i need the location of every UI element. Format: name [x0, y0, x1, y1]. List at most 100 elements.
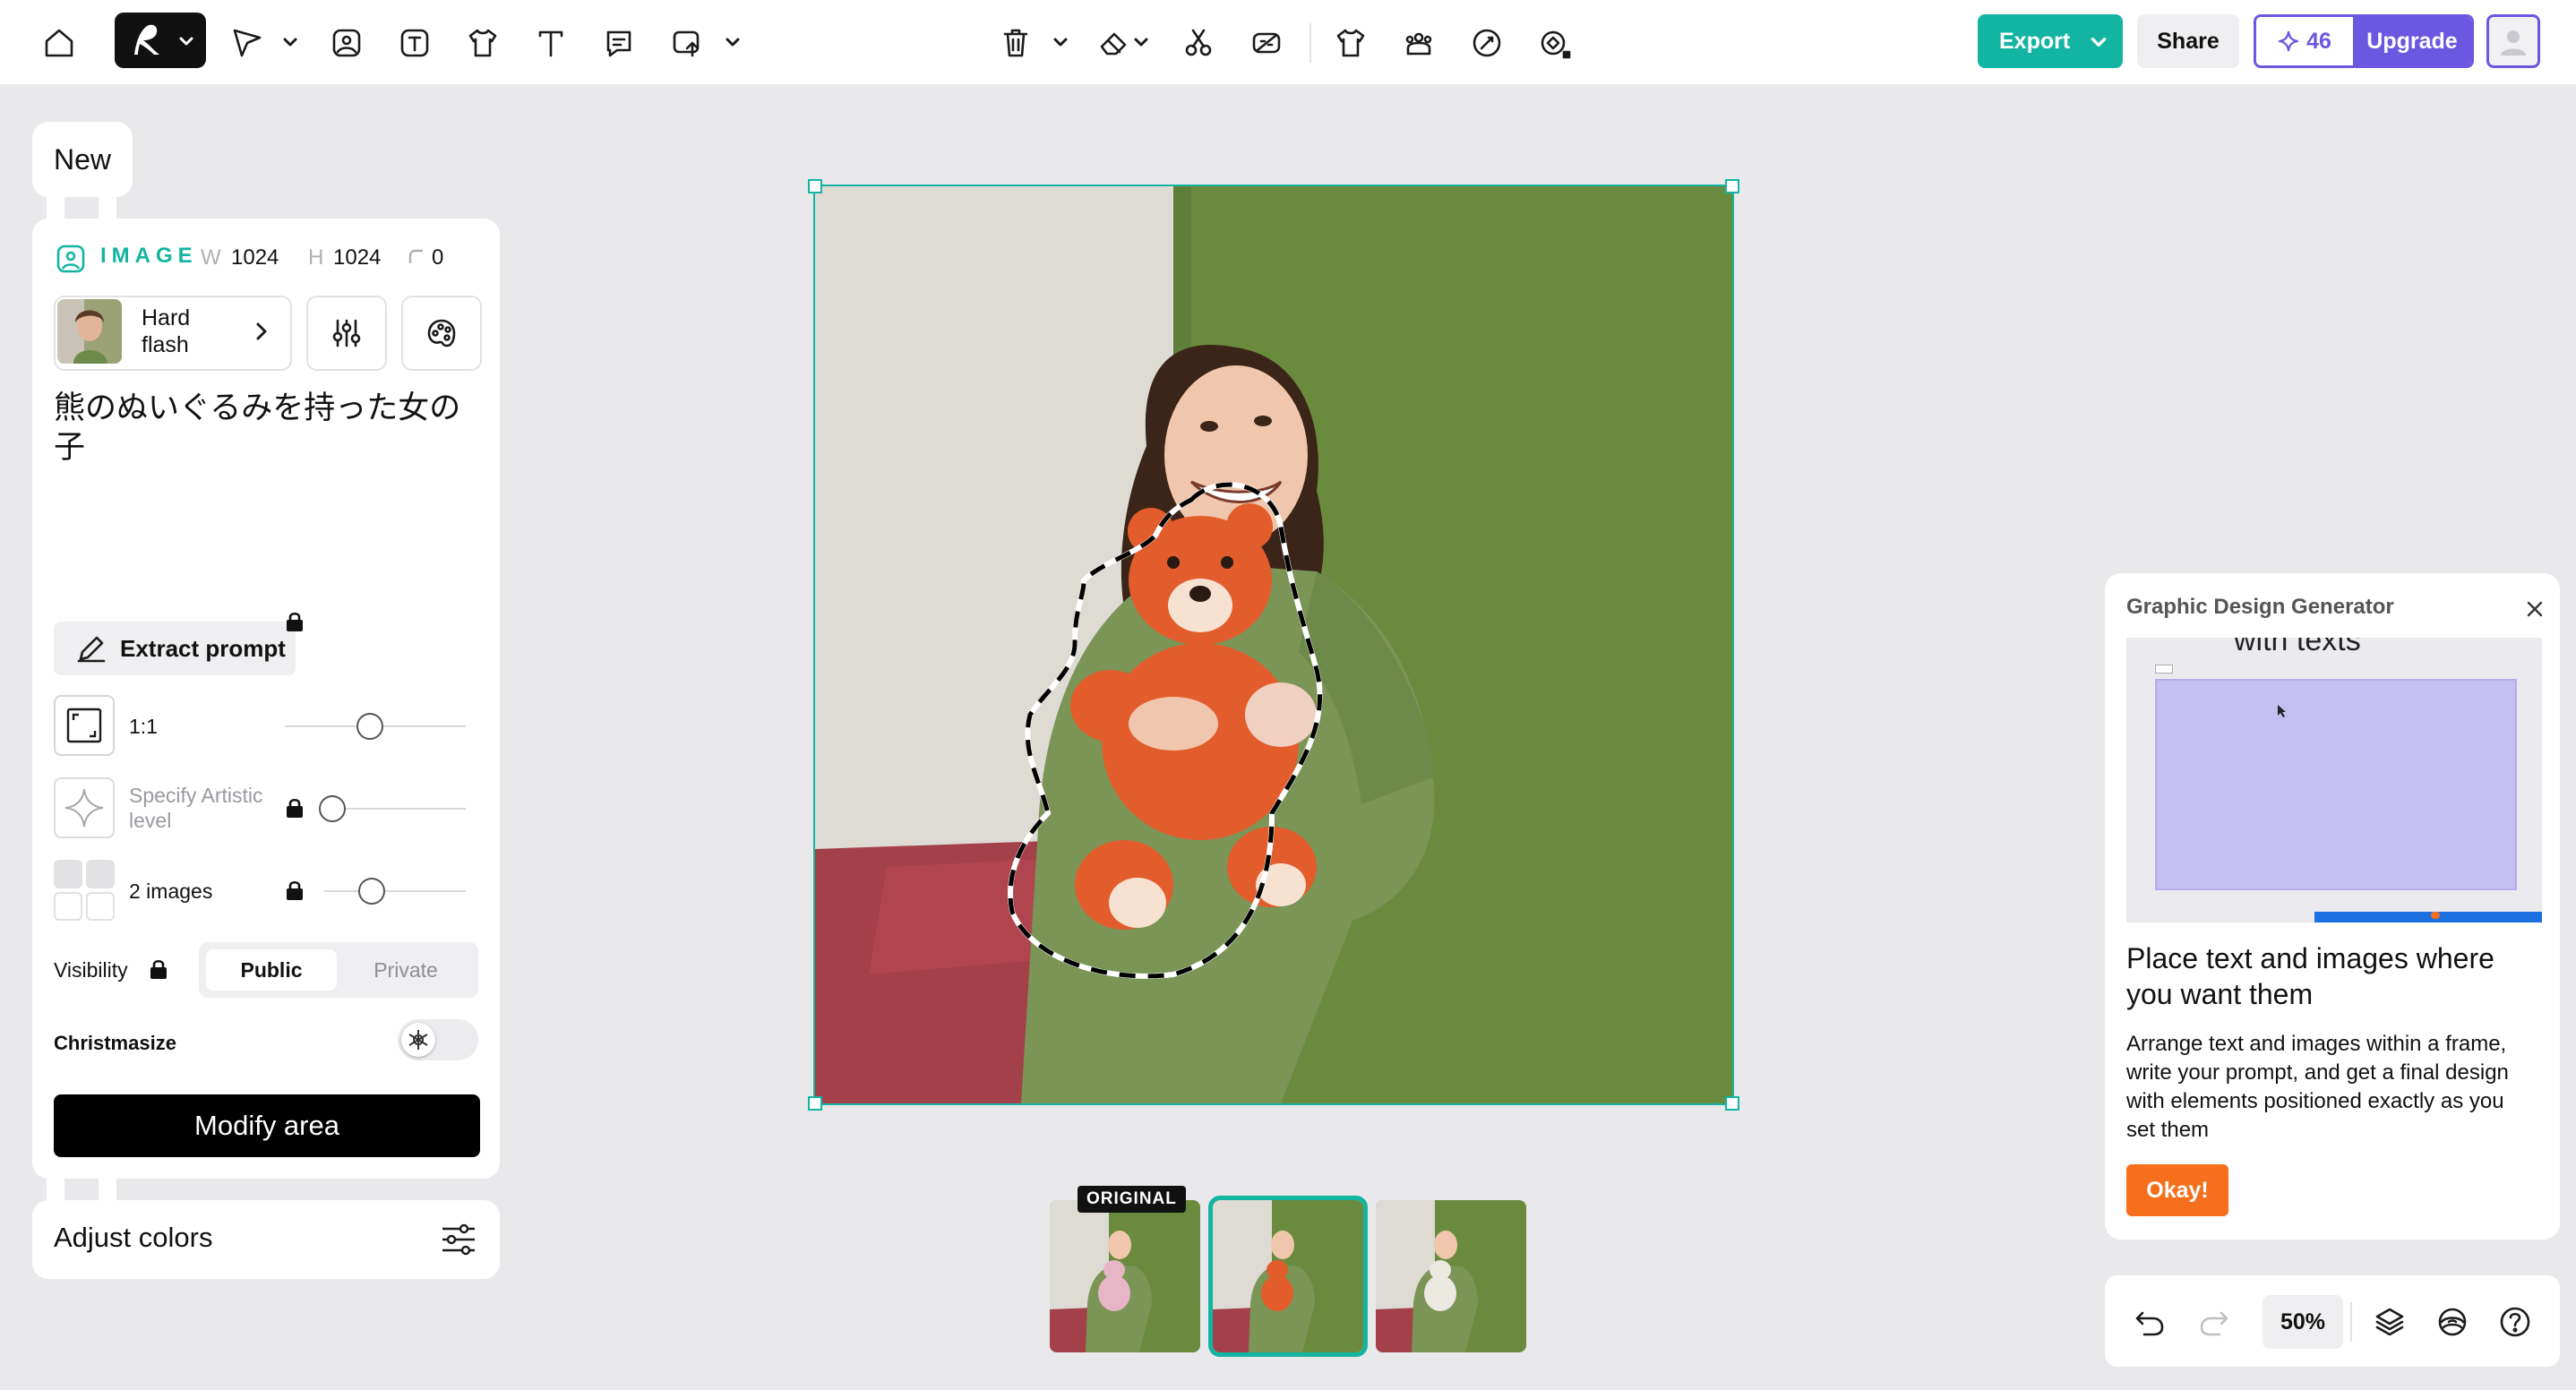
thumbnail-variant-1[interactable]: [1208, 1196, 1368, 1357]
resize-handle-top-right[interactable]: [1725, 179, 1739, 193]
sparkle-icon: [2278, 30, 2299, 52]
lock-icon: [287, 880, 303, 900]
image-count-icon: [54, 860, 116, 922]
aspect-ratio-label: 1:1: [129, 715, 158, 738]
view-mode-icon[interactable]: [2434, 1304, 2470, 1340]
preview-frame-tag: [2155, 665, 2173, 674]
image-tool-icon[interactable]: [320, 16, 374, 70]
cursor-icon: [2278, 705, 2286, 717]
chevron-down-icon[interactable]: [1130, 29, 1152, 56]
mockup-shirt-icon[interactable]: [456, 16, 510, 70]
snowflake-icon: [408, 1030, 428, 1050]
modify-area-button[interactable]: Modify area: [54, 1094, 480, 1157]
palette-icon: [427, 319, 456, 348]
visibility-public-option[interactable]: Public: [206, 949, 337, 991]
thumbnail-original[interactable]: [1050, 1200, 1200, 1352]
upgrade-button[interactable]: Upgrade: [2353, 17, 2471, 65]
aspect-ratio-icon: [54, 695, 115, 756]
height-label: H: [308, 245, 324, 270]
image-count-slider-handle[interactable]: [358, 878, 385, 905]
redo-icon[interactable]: [2196, 1304, 2232, 1340]
extract-prompt-label: Extract prompt: [120, 634, 286, 662]
visibility-label: Visibility: [54, 958, 128, 982]
preview-dot: [2431, 912, 2440, 919]
chevron-down-icon: [2091, 38, 2107, 47]
close-icon[interactable]: [2522, 596, 2547, 622]
group-people-icon[interactable]: [1392, 16, 1446, 70]
undo-icon[interactable]: [2132, 1304, 2168, 1340]
sliders-icon[interactable]: [439, 1220, 478, 1259]
element-type-label: IMAGE: [100, 244, 198, 268]
prompt-input[interactable]: 熊のぬいぐるみを持った女の子: [54, 389, 484, 468]
avatar[interactable]: [2486, 14, 2540, 68]
height-field[interactable]: 1024: [333, 245, 381, 270]
width-field[interactable]: 1024: [231, 245, 279, 270]
artistic-level-label: Specify Artistic level: [129, 784, 263, 832]
chevron-down-icon[interactable]: [722, 29, 743, 56]
aspect-ratio-slider-handle[interactable]: [356, 713, 383, 740]
image-type-icon: [56, 245, 85, 273]
sliders-icon: [332, 319, 361, 348]
style-thumbnail: [57, 299, 122, 364]
select-tool-icon[interactable]: [220, 16, 274, 70]
help-icon[interactable]: [2497, 1304, 2533, 1340]
ai-image-tool-icon[interactable]: [388, 16, 442, 70]
artistic-level-slider-handle[interactable]: [319, 795, 346, 822]
new-tab[interactable]: New: [32, 122, 133, 197]
lock-icon: [287, 612, 303, 631]
shirt-mockup-icon[interactable]: [1324, 16, 1378, 70]
user-icon: [2501, 30, 2526, 56]
trash-icon[interactable]: [989, 16, 1043, 70]
width-label: W: [201, 245, 221, 270]
export-button[interactable]: Export: [1978, 14, 2123, 68]
remove-background-icon[interactable]: [1240, 16, 1293, 70]
image-count-label: 2 images: [129, 879, 213, 903]
thumbnail-variant-2[interactable]: [1376, 1200, 1526, 1352]
preview-bar: [2314, 912, 2542, 922]
help-card-body: Arrange text and images within a frame, …: [2126, 1032, 2509, 1142]
visibility-private-option[interactable]: Private: [340, 949, 471, 991]
adjust-colors-label: Adjust colors: [54, 1222, 213, 1253]
share-button[interactable]: Share: [2137, 14, 2239, 68]
help-card-title: Graphic Design Generator: [2126, 595, 2394, 619]
bottom-bar-divider: [2350, 1302, 2352, 1342]
credits-upgrade-group: 46 Upgrade: [2254, 14, 2474, 68]
lock-icon: [287, 798, 303, 818]
sparkle-icon: [54, 777, 115, 838]
pen-icon: [77, 636, 106, 663]
adjust-settings-button[interactable]: [306, 296, 387, 371]
help-card-preview: with texts: [2126, 638, 2542, 922]
canvas-image[interactable]: [813, 184, 1734, 1105]
corner-radius-field[interactable]: 0: [432, 245, 443, 270]
generated-image: [815, 186, 1732, 1103]
upload-tool-icon[interactable]: [660, 16, 714, 70]
text-tool-icon[interactable]: [524, 16, 578, 70]
credits-badge[interactable]: 46: [2256, 17, 2353, 65]
export-label: Export: [1999, 28, 2071, 54]
help-card-heading: Place text and images where you want the…: [2126, 942, 2494, 1010]
layers-icon[interactable]: [2372, 1304, 2408, 1340]
zoom-level[interactable]: 50%: [2263, 1295, 2343, 1349]
chevron-down-icon[interactable]: [1050, 29, 1071, 56]
credits-count: 46: [2306, 28, 2331, 54]
chevron-down-icon: [179, 37, 193, 46]
brush-icon[interactable]: [1460, 16, 1514, 70]
chevron-down-icon[interactable]: [279, 29, 301, 56]
christmasize-toggle-knob[interactable]: [401, 1023, 435, 1057]
corner-radius-icon: [408, 249, 423, 263]
comment-tool-icon[interactable]: [592, 16, 646, 70]
scissors-icon[interactable]: [1172, 16, 1225, 70]
resize-handle-top-left[interactable]: [808, 179, 822, 193]
logo-icon: [134, 24, 159, 56]
okay-button[interactable]: Okay!: [2126, 1164, 2228, 1216]
resize-handle-bottom-left[interactable]: [808, 1096, 822, 1111]
christmasize-label: Christmasize: [54, 1032, 176, 1054]
palette-button[interactable]: [401, 296, 482, 371]
animate-icon[interactable]: [1528, 16, 1582, 70]
extract-prompt-button[interactable]: Extract prompt: [54, 622, 296, 675]
resize-handle-bottom-right[interactable]: [1725, 1096, 1739, 1111]
preview-text: with texts: [2234, 638, 2361, 657]
home-icon[interactable]: [32, 16, 86, 70]
image-count-slider-track[interactable]: [324, 890, 466, 892]
app-logo-menu[interactable]: [115, 13, 206, 68]
